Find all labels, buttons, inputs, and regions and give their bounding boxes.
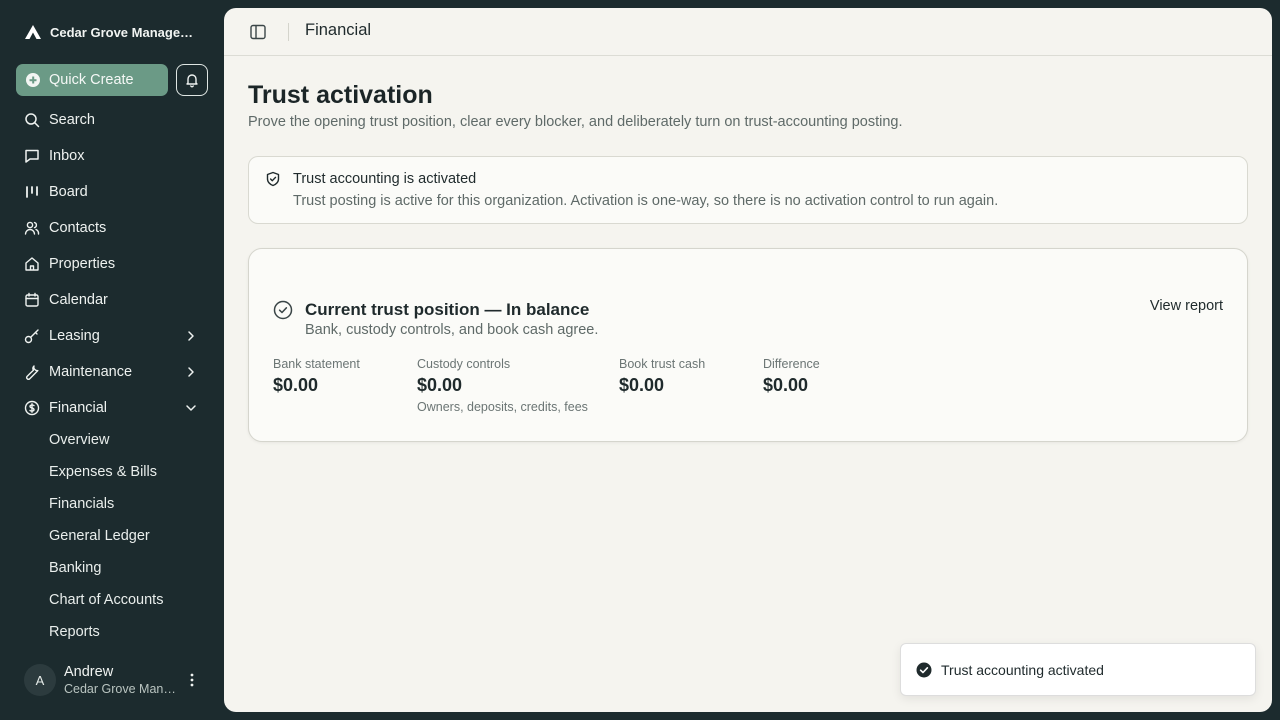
chat-bubble-icon	[24, 148, 40, 164]
quick-create-button[interactable]: Quick Create	[16, 64, 168, 96]
sidebar-item-label: Leasing	[49, 328, 100, 344]
home-icon	[24, 256, 40, 272]
metric-value: $0.00	[763, 375, 809, 395]
metric-label: Bank statement	[273, 357, 360, 371]
sidebar-subitem-banking[interactable]: Banking	[49, 556, 101, 580]
sidebar-item-label: Properties	[49, 256, 116, 272]
sidebar-item-contacts[interactable]: Contacts	[16, 212, 208, 244]
sidebar: Cedar Grove Manageme... Quick Create Sea…	[0, 0, 224, 720]
topbar-divider	[288, 23, 289, 41]
sidebar-item-label: Inbox	[49, 148, 85, 164]
breadcrumb: Financial	[305, 21, 372, 39]
org-name: Cedar Grove Manageme...	[50, 24, 200, 40]
notifications-button[interactable]	[176, 64, 208, 96]
board-columns-icon	[24, 184, 40, 200]
metric-label: Book trust cash	[619, 357, 706, 371]
dollar-circle-icon	[24, 400, 40, 416]
bell-icon	[186, 74, 198, 88]
chevron-right-icon	[188, 331, 194, 341]
check-circle-icon	[273, 300, 293, 320]
key-icon	[24, 328, 40, 344]
metric-value: $0.00	[273, 375, 319, 395]
page-subtitle: Prove the opening trust position, clear …	[248, 114, 903, 130]
sidebar-item-maintenance[interactable]: Maintenance	[16, 356, 208, 388]
trust-position-subtitle: Bank, custody controls, and book cash ag…	[305, 322, 599, 338]
sidebar-item-label: Financial	[49, 400, 108, 416]
search-icon	[24, 112, 40, 128]
sidebar-item-label: Search	[49, 112, 95, 128]
sidebar-subitem-overview[interactable]: Overview	[49, 428, 109, 452]
metric-note: Owners, deposits, credits, fees	[417, 400, 588, 414]
trust-position-title: Current trust position — In balance	[305, 300, 590, 319]
sidebar-subitem-general-ledger[interactable]: General Ledger	[49, 524, 150, 548]
check-circle-filled-icon	[916, 662, 932, 678]
sidebar-item-label: Contacts	[49, 220, 107, 236]
calendar-icon	[24, 292, 40, 308]
sidebar-subitem-reports[interactable]: Reports	[49, 620, 100, 644]
success-toast[interactable]: Trust accounting activated	[900, 643, 1256, 696]
sidebar-item-search[interactable]: Search	[16, 104, 208, 136]
metric-label: Difference	[763, 357, 820, 371]
main-panel: Financial Trust activation Prove the ope…	[224, 8, 1272, 712]
metric-value: $0.00	[619, 375, 665, 395]
sidebar-item-inbox[interactable]: Inbox	[16, 140, 208, 172]
metric-value: $0.00	[417, 375, 463, 395]
quick-create-label: Quick Create	[49, 72, 134, 88]
org-switcher[interactable]: Cedar Grove Manageme...	[24, 20, 204, 44]
alert-title: Trust accounting is activated	[293, 171, 477, 187]
sidebar-item-label: Maintenance	[49, 364, 133, 380]
sidebar-subitem-expenses-bills[interactable]: Expenses & Bills	[49, 460, 157, 484]
sidebar-item-board[interactable]: Board	[16, 176, 208, 208]
topbar: Financial	[224, 8, 1272, 56]
sidebar-item-financial[interactable]: Financial	[16, 392, 208, 424]
sidebar-item-label: Calendar	[49, 292, 108, 308]
avatar: A	[24, 664, 56, 696]
app-logo-icon	[25, 25, 41, 39]
trust-position-card: Current trust position — In balance Bank…	[248, 248, 1248, 442]
toast-message: Trust accounting activated	[941, 662, 1104, 678]
alert-body: Trust posting is active for this organiz…	[293, 193, 999, 209]
sidebar-toggle-icon[interactable]	[248, 22, 268, 42]
metric-difference: Difference $0.00	[763, 357, 820, 396]
users-icon	[24, 220, 40, 236]
sidebar-subitem-financials[interactable]: Financials	[49, 492, 114, 516]
sidebar-item-label: Board	[49, 184, 88, 200]
more-vertical-icon[interactable]	[184, 672, 200, 688]
sidebar-item-calendar[interactable]: Calendar	[16, 284, 208, 316]
user-menu[interactable]: A Andrew Cedar Grove Mana...	[24, 664, 208, 698]
chevron-right-icon	[188, 367, 194, 377]
user-org: Cedar Grove Mana...	[64, 682, 176, 696]
view-report-link[interactable]: View report	[1150, 298, 1223, 314]
metric-custody-controls: Custody controls $0.00 Owners, deposits,…	[417, 357, 588, 414]
metric-label: Custody controls	[417, 357, 511, 371]
chevron-down-icon	[186, 405, 196, 411]
page-title: Trust activation	[248, 81, 433, 109]
wrench-icon	[24, 364, 40, 380]
metric-book-trust-cash: Book trust cash $0.00	[619, 357, 705, 396]
metric-bank-statement: Bank statement $0.00	[273, 357, 360, 396]
activation-status-alert: Trust accounting is activated Trust post…	[248, 156, 1248, 224]
plus-circle-icon	[26, 73, 40, 87]
user-name: Andrew	[64, 664, 114, 680]
sidebar-item-properties[interactable]: Properties	[16, 248, 208, 280]
sidebar-item-leasing[interactable]: Leasing	[16, 320, 208, 352]
sidebar-subitem-chart-of-accounts[interactable]: Chart of Accounts	[49, 588, 163, 612]
shield-check-icon	[266, 171, 280, 187]
